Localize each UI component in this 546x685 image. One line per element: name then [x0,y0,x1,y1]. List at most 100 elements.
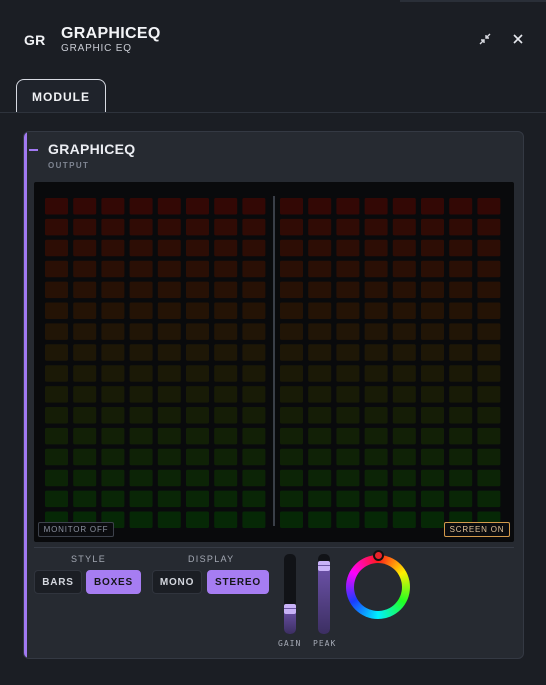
collapse-button[interactable] [476,30,494,48]
monitor-toggle[interactable]: MONITOR OFF [38,522,114,537]
eq-box [129,448,153,466]
module-panel: GRAPHICEQ OUTPUT MONITOR OFF SCREEN ON S… [23,131,524,659]
eq-box [308,386,332,403]
eq-box [308,344,332,361]
eq-box [129,281,153,299]
close-icon [513,34,523,44]
eq-box [449,407,473,424]
eq-box [336,281,360,299]
color-wheel-knob[interactable] [373,550,384,561]
collapse-dash-icon[interactable] [29,149,38,151]
eq-box [308,490,332,508]
eq-box [157,427,181,445]
style-bars-button[interactable]: BARS [34,570,82,594]
eq-box [308,239,332,257]
eq-box [336,260,360,278]
eq-box [392,198,416,215]
eq-visualizer-screen: MONITOR OFF SCREEN ON [34,182,514,542]
eq-box [129,365,153,382]
peak-slider-thumb[interactable] [318,561,330,571]
eq-box [336,490,360,508]
eq-box [73,448,97,466]
eq-box [421,386,444,403]
style-boxes-button[interactable]: BOXES [86,570,141,594]
eq-box [45,239,68,257]
screen-toggle[interactable]: SCREEN ON [444,522,510,537]
color-wheel-icon[interactable] [346,555,410,619]
eq-box [129,511,153,528]
gain-slider[interactable] [284,554,296,634]
eq-box [280,386,303,403]
eq-box [157,365,181,382]
close-button[interactable] [509,30,527,48]
peak-slider[interactable] [318,554,330,634]
eq-box [186,469,209,487]
eq-box [308,302,332,319]
window-header: GR GRAPHICEQ GRAPHIC EQ [0,0,546,70]
eq-box [73,239,97,257]
eq-box [280,469,303,487]
eq-box [364,302,388,319]
eq-box [101,490,125,508]
eq-box [45,448,68,466]
eq-box [392,448,416,466]
eq-box [101,302,125,319]
eq-box [477,344,501,361]
eq-box [45,365,68,382]
eq-box [101,239,125,257]
eq-box [73,323,97,340]
eq-box [129,302,153,319]
eq-box [336,344,360,361]
eq-box [336,407,360,424]
eq-box [364,511,388,528]
eq-box [214,323,238,340]
eq-box [129,344,153,361]
gain-slider-thumb[interactable] [284,604,296,614]
eq-box [477,198,501,215]
eq-box [449,386,473,403]
eq-box [308,448,332,466]
eq-box [45,427,68,445]
eq-box [242,407,266,424]
display-stereo-button[interactable]: STEREO [207,570,269,594]
eq-box [308,218,332,236]
eq-box [364,448,388,466]
module-title: GRAPHICEQ [48,141,136,157]
eq-box [157,281,181,299]
eq-box [186,302,209,319]
eq-box [101,344,125,361]
eq-box [214,344,238,361]
eq-box [157,490,181,508]
eq-box [449,448,473,466]
eq-box [392,218,416,236]
eq-box [186,218,209,236]
eq-box [477,490,501,508]
eq-box [214,427,238,445]
eq-box [73,344,97,361]
tab-module[interactable]: MODULE [16,79,106,113]
eq-box [449,302,473,319]
eq-box [392,386,416,403]
eq-box [421,469,444,487]
eq-box [336,427,360,445]
eq-box [186,427,209,445]
eq-box [449,469,473,487]
eq-box [242,198,266,215]
eq-box [477,407,501,424]
eq-box [392,427,416,445]
display-mono-button[interactable]: MONO [152,570,202,594]
eq-box [280,344,303,361]
eq-box [392,323,416,340]
eq-box [477,323,501,340]
eq-box [214,302,238,319]
eq-box [157,511,181,528]
eq-box [336,365,360,382]
collapse-arrows-icon [479,33,491,45]
eq-box [101,448,125,466]
eq-box [186,344,209,361]
eq-box [73,365,97,382]
eq-box [242,365,266,382]
eq-box [186,448,209,466]
eq-box [364,407,388,424]
eq-box [157,239,181,257]
